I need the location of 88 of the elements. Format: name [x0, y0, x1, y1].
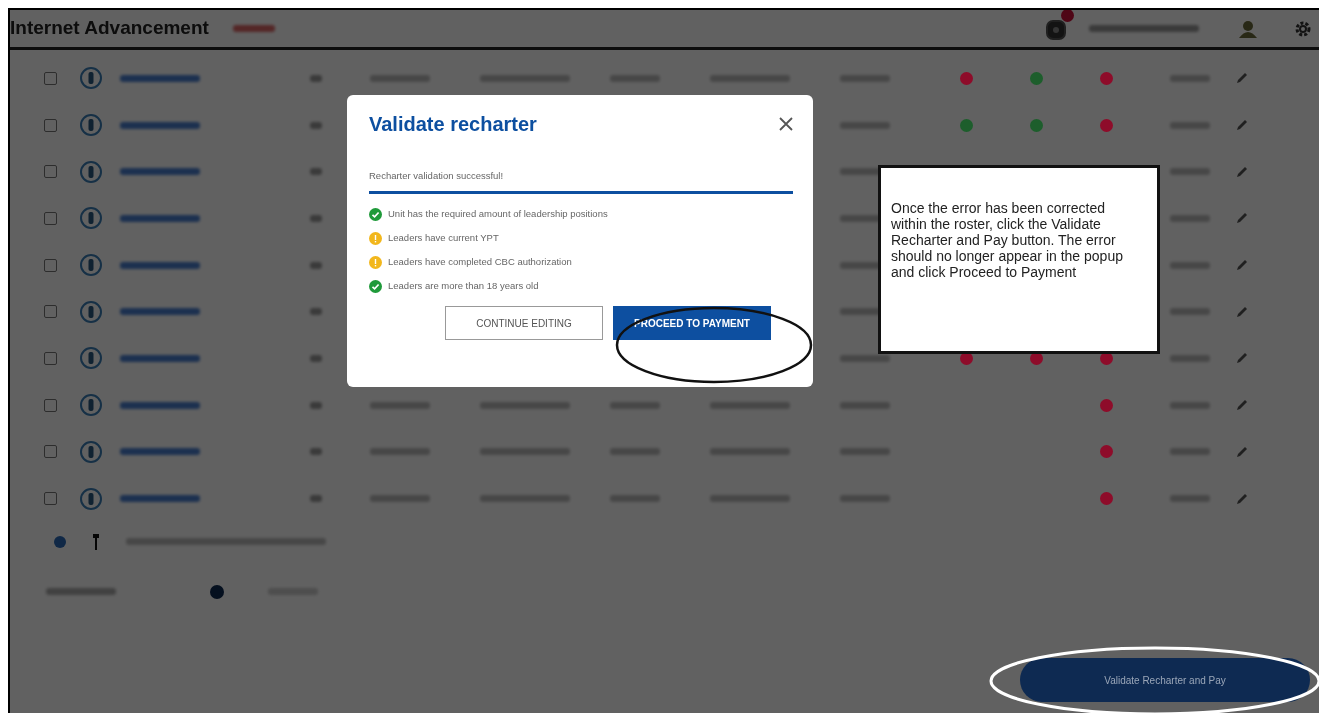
row-checkbox[interactable]	[44, 71, 57, 85]
instruction-callout: Once the error has been corrected within the roster, click the Validate Recharter and Pay button. The error should no longer appear in the popup and click Proceed to Payment	[878, 165, 1160, 354]
check-item-text: Unit has the required amount of leadership positions	[388, 207, 608, 222]
warning-icon	[369, 255, 382, 269]
blurred-text	[840, 354, 890, 362]
pencil-icon[interactable]	[1235, 258, 1249, 273]
row-checkbox[interactable]	[44, 211, 57, 225]
row-checkbox[interactable]	[44, 492, 57, 506]
blurred-text	[1170, 168, 1210, 176]
pencil-icon[interactable]	[1235, 398, 1249, 413]
blurred-text	[1170, 401, 1210, 409]
blurred-text	[1170, 74, 1210, 82]
blurred-text	[46, 588, 116, 596]
validate-recharter-button[interactable]: Validate Recharter and Pay	[1020, 658, 1310, 702]
pencil-icon[interactable]	[1235, 118, 1249, 133]
blurred-text	[610, 74, 660, 82]
blurred-text	[370, 495, 430, 503]
blurred-text	[610, 495, 660, 503]
blurred-text	[840, 121, 890, 129]
blurred-text	[1170, 354, 1210, 362]
row-checkbox[interactable]	[44, 165, 57, 179]
dialog-title: Validate recharter	[369, 112, 537, 137]
check-item-text: Leaders are more than 18 years old	[388, 279, 539, 294]
row-checkbox[interactable]	[44, 445, 57, 459]
blurred-text	[1170, 214, 1210, 222]
row-checkbox[interactable]	[44, 118, 57, 132]
blurred-text	[310, 214, 322, 222]
blurred-text	[1170, 121, 1210, 129]
blurred-text	[840, 74, 890, 82]
person-icon[interactable]	[92, 533, 100, 550]
pencil-icon[interactable]	[1235, 491, 1249, 506]
blurred-text	[370, 74, 430, 82]
row-checkbox[interactable]	[44, 305, 57, 319]
member-avatar-icon	[80, 487, 102, 510]
blurred-text	[232, 25, 275, 32]
blurred-text	[310, 401, 322, 409]
avatar-icon[interactable]	[1237, 19, 1259, 38]
blurred-text	[1170, 448, 1210, 456]
check-item-text: Leaders have completed CBC authorization	[388, 255, 572, 270]
page-button[interactable]	[210, 584, 224, 599]
settings-icon[interactable]	[1295, 20, 1311, 37]
continue-editing-button[interactable]: CONTINUE EDITING	[445, 306, 603, 341]
blurred-text	[310, 74, 322, 82]
info-icon[interactable]	[54, 535, 66, 548]
blurred-text	[370, 448, 430, 456]
check-icon	[369, 207, 382, 221]
blurred-text	[310, 168, 322, 176]
row-checkbox[interactable]	[44, 258, 57, 272]
member-avatar-icon	[80, 394, 102, 417]
pencil-icon[interactable]	[1235, 351, 1249, 366]
close-icon[interactable]	[779, 117, 793, 131]
row-checkbox[interactable]	[44, 351, 57, 365]
member-avatar-icon	[80, 300, 102, 323]
blurred-text	[310, 495, 322, 503]
blurred-text	[840, 495, 890, 503]
check-item-text: Leaders have current YPT	[388, 231, 499, 246]
member-avatar-icon	[80, 114, 102, 137]
pencil-icon[interactable]	[1235, 164, 1249, 179]
validation-message: Recharter validation successful!	[369, 169, 505, 183]
blurred-text	[310, 354, 322, 362]
blurred-text	[610, 448, 660, 456]
check-icon	[369, 279, 382, 293]
pencil-icon[interactable]	[1235, 71, 1249, 86]
member-avatar-icon	[80, 160, 102, 183]
blurred-text	[1170, 495, 1210, 503]
notification-badge	[1061, 10, 1074, 22]
notification-icon[interactable]	[1045, 19, 1067, 42]
blurred-text	[310, 308, 322, 316]
blurred-text	[310, 121, 322, 129]
blurred-text	[840, 448, 890, 456]
member-avatar-icon	[80, 67, 102, 90]
pencil-icon[interactable]	[1235, 444, 1249, 459]
blurred-text	[310, 261, 322, 269]
warning-icon	[369, 231, 382, 245]
page-title: Internet Advancement	[10, 16, 209, 41]
member-avatar-icon	[80, 207, 102, 230]
pencil-icon[interactable]	[1235, 304, 1249, 319]
blurred-text	[840, 401, 890, 409]
member-avatar-icon	[80, 347, 102, 370]
blurred-text	[1170, 261, 1210, 269]
blurred-text	[610, 401, 660, 409]
pencil-icon[interactable]	[1235, 211, 1249, 226]
member-avatar-icon	[80, 254, 102, 277]
row-checkbox[interactable]	[44, 398, 57, 412]
blurred-text	[310, 448, 322, 456]
blurred-text	[1170, 308, 1210, 316]
member-avatar-icon	[80, 440, 102, 463]
blurred-text	[370, 401, 430, 409]
